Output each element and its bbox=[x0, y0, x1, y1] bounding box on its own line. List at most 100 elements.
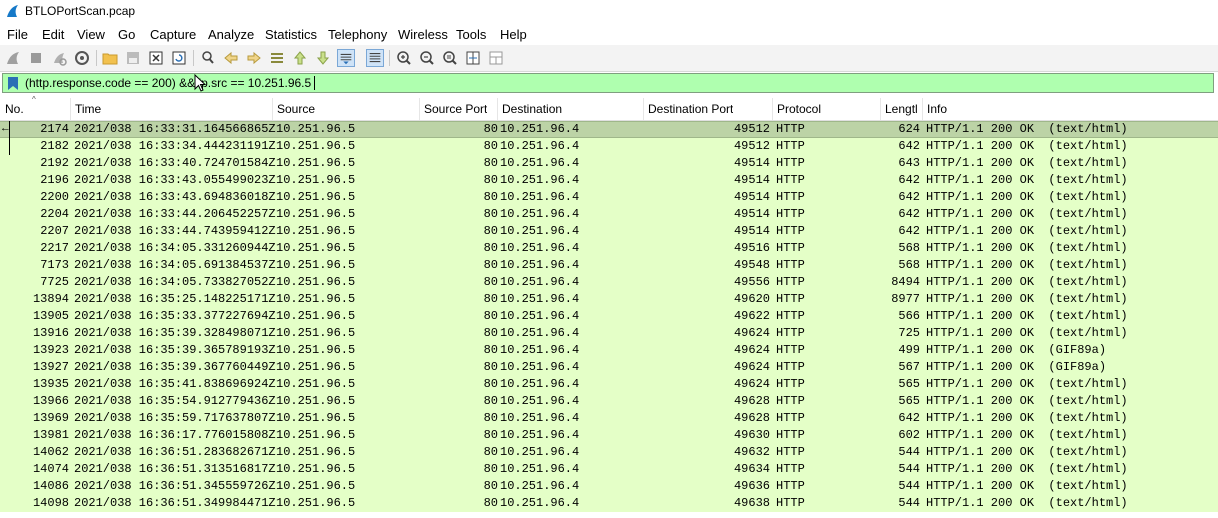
table-row[interactable]: 14074 2021/038 16:36:51.313516817Z 10.251.… bbox=[0, 461, 1218, 478]
menu-statistics[interactable]: Statistics bbox=[265, 27, 317, 42]
table-row[interactable]: 14086 2021/038 16:36:51.345559726Z 10.251.… bbox=[0, 478, 1218, 495]
table-row[interactable]: 2182 2021/038 16:33:34.444231191Z 10.251.9… bbox=[0, 138, 1218, 155]
packet-source-port: 80 bbox=[483, 241, 498, 255]
column-divider[interactable] bbox=[772, 98, 773, 120]
packet-protocol: HTTP bbox=[776, 394, 805, 408]
menu-capture[interactable]: Capture bbox=[150, 27, 196, 42]
packet-destination-port: 49512 bbox=[733, 139, 770, 153]
find-packet-icon[interactable] bbox=[199, 49, 217, 67]
table-row[interactable]: 13923 2021/038 16:35:39.365789193Z 10.251.… bbox=[0, 342, 1218, 359]
table-row[interactable]: 2204 2021/038 16:33:44.206452257Z 10.251.9… bbox=[0, 206, 1218, 223]
column-header-source[interactable]: Source bbox=[277, 102, 315, 116]
packet-protocol: HTTP bbox=[776, 122, 805, 136]
display-filter-input[interactable]: (http.response.code == 200) && ip.src ==… bbox=[2, 73, 1214, 93]
related-packet-arrow-icon: ← bbox=[2, 123, 9, 135]
table-row[interactable]: 13966 2021/038 16:35:54.912779436Z 10.251.… bbox=[0, 393, 1218, 410]
menu-analyze[interactable]: Analyze bbox=[208, 27, 254, 42]
column-header-length[interactable]: Lengtl bbox=[885, 102, 921, 116]
table-row[interactable]: 13927 2021/038 16:35:39.367760449Z 10.251.… bbox=[0, 359, 1218, 376]
packet-list[interactable]: 2174 2021/038 16:33:31.164566865Z 10.251.9… bbox=[0, 121, 1218, 518]
go-first-icon[interactable] bbox=[291, 49, 309, 67]
related-packet-line bbox=[9, 121, 10, 155]
close-file-icon[interactable] bbox=[147, 49, 165, 67]
column-header-destination[interactable]: Destination bbox=[502, 102, 562, 116]
column-header-protocol[interactable]: Protocol bbox=[777, 102, 821, 116]
colorize-icon[interactable] bbox=[366, 49, 384, 67]
column-divider[interactable] bbox=[922, 98, 923, 120]
zoom-out-icon[interactable] bbox=[418, 49, 436, 67]
packet-destination-port: 49622 bbox=[733, 309, 770, 323]
menu-tools[interactable]: Tools bbox=[456, 27, 486, 42]
packet-time: 2021/038 16:35:54.912779436Z bbox=[74, 394, 276, 408]
menu-file[interactable]: File bbox=[7, 27, 28, 42]
column-header-destination-port[interactable]: Destination Port bbox=[648, 102, 733, 116]
packet-time: 2021/038 16:33:34.444231191Z bbox=[74, 139, 276, 153]
zoom-in-icon[interactable] bbox=[395, 49, 413, 67]
table-row[interactable]: 2192 2021/038 16:33:40.724701584Z 10.251.9… bbox=[0, 155, 1218, 172]
open-file-icon[interactable] bbox=[101, 49, 119, 67]
menu-telephony[interactable]: Telephony bbox=[328, 27, 387, 42]
filter-bookmark-icon[interactable] bbox=[8, 77, 18, 90]
column-header-no[interactable]: No. bbox=[5, 102, 24, 116]
column-divider[interactable] bbox=[880, 98, 881, 120]
table-row[interactable]: 2174 2021/038 16:33:31.164566865Z 10.251.9… bbox=[0, 121, 1218, 138]
menu-go[interactable]: Go bbox=[118, 27, 135, 42]
column-divider[interactable] bbox=[497, 98, 498, 120]
save-file-icon[interactable] bbox=[124, 49, 142, 67]
table-row[interactable]: 2200 2021/038 16:33:43.694836018Z 10.251.9… bbox=[0, 189, 1218, 206]
packet-source-port: 80 bbox=[483, 190, 498, 204]
resize-columns-icon[interactable] bbox=[464, 49, 482, 67]
table-row[interactable]: 2196 2021/038 16:33:43.055499023Z 10.251.9… bbox=[0, 172, 1218, 189]
packet-source-port: 80 bbox=[483, 394, 498, 408]
table-row[interactable]: 7725 2021/038 16:34:05.733827052Z 10.251.9… bbox=[0, 274, 1218, 291]
table-row[interactable]: 13969 2021/038 16:35:59.717637807Z 10.251.… bbox=[0, 410, 1218, 427]
shark-fin-start-icon[interactable] bbox=[4, 49, 22, 67]
go-last-icon[interactable] bbox=[314, 49, 332, 67]
table-row[interactable]: 13916 2021/038 16:35:39.328498071Z 10.251.… bbox=[0, 325, 1218, 342]
layout-icon[interactable] bbox=[487, 49, 505, 67]
table-row[interactable]: 2217 2021/038 16:34:05.331260944Z 10.251.9… bbox=[0, 240, 1218, 257]
column-divider[interactable] bbox=[70, 98, 71, 120]
column-divider[interactable] bbox=[643, 98, 644, 120]
packet-destination: 10.251.96.4 bbox=[500, 190, 580, 204]
reload-icon[interactable] bbox=[170, 49, 188, 67]
go-forward-icon[interactable] bbox=[245, 49, 263, 67]
table-row[interactable]: 2207 2021/038 16:33:44.743959412Z 10.251.9… bbox=[0, 223, 1218, 240]
packet-source-port: 80 bbox=[483, 309, 498, 323]
main-toolbar bbox=[0, 45, 1218, 72]
packet-protocol: HTTP bbox=[776, 496, 805, 510]
restart-icon[interactable] bbox=[50, 49, 68, 67]
table-row[interactable]: 13894 2021/038 16:35:25.148225171Z 10.251.… bbox=[0, 291, 1218, 308]
menu-help[interactable]: Help bbox=[500, 27, 527, 42]
go-to-packet-icon[interactable] bbox=[268, 49, 286, 67]
packet-info: HTTP/1.1 200 OK (text/html) bbox=[926, 496, 1128, 510]
zoom-normal-icon[interactable] bbox=[441, 49, 459, 67]
capture-options-icon[interactable] bbox=[73, 49, 91, 67]
packet-protocol: HTTP bbox=[776, 258, 805, 272]
menu-wireless[interactable]: Wireless bbox=[398, 27, 448, 42]
column-header-time[interactable]: Time bbox=[75, 102, 101, 116]
table-row[interactable]: 7173 2021/038 16:34:05.691384537Z 10.251.9… bbox=[0, 257, 1218, 274]
table-row[interactable]: 13905 2021/038 16:35:33.377227694Z 10.251.… bbox=[0, 308, 1218, 325]
table-row[interactable]: 14062 2021/038 16:36:51.283682671Z 10.251.… bbox=[0, 444, 1218, 461]
packet-destination: 10.251.96.4 bbox=[500, 241, 580, 255]
autoscroll-icon[interactable] bbox=[337, 49, 355, 67]
table-row[interactable]: 13935 2021/038 16:35:41.838696924Z 10.251.… bbox=[0, 376, 1218, 393]
table-row[interactable]: 13981 2021/038 16:36:17.776015808Z 10.251.… bbox=[0, 427, 1218, 444]
column-header-source-port[interactable]: Source Port bbox=[424, 102, 487, 116]
table-row[interactable]: 14098 2021/038 16:36:51.349984471Z 10.251.… bbox=[0, 495, 1218, 512]
packet-info: HTTP/1.1 200 OK (text/html) bbox=[926, 377, 1128, 391]
packet-source-port: 80 bbox=[483, 411, 498, 425]
column-divider[interactable] bbox=[419, 98, 420, 120]
packet-number: 2200 bbox=[40, 190, 69, 204]
packet-time: 2021/038 16:35:59.717637807Z bbox=[74, 411, 276, 425]
column-header-info[interactable]: Info bbox=[927, 102, 947, 116]
menu-edit[interactable]: Edit bbox=[42, 27, 64, 42]
menu-bar: File Edit View Go Capture Analyze Statis… bbox=[0, 24, 1218, 44]
menu-view[interactable]: View bbox=[77, 27, 105, 42]
go-back-icon[interactable] bbox=[222, 49, 240, 67]
packet-destination-port: 49556 bbox=[733, 275, 770, 289]
stop-icon[interactable] bbox=[27, 49, 45, 67]
column-divider[interactable] bbox=[272, 98, 273, 120]
packet-length: 544 bbox=[898, 479, 920, 493]
